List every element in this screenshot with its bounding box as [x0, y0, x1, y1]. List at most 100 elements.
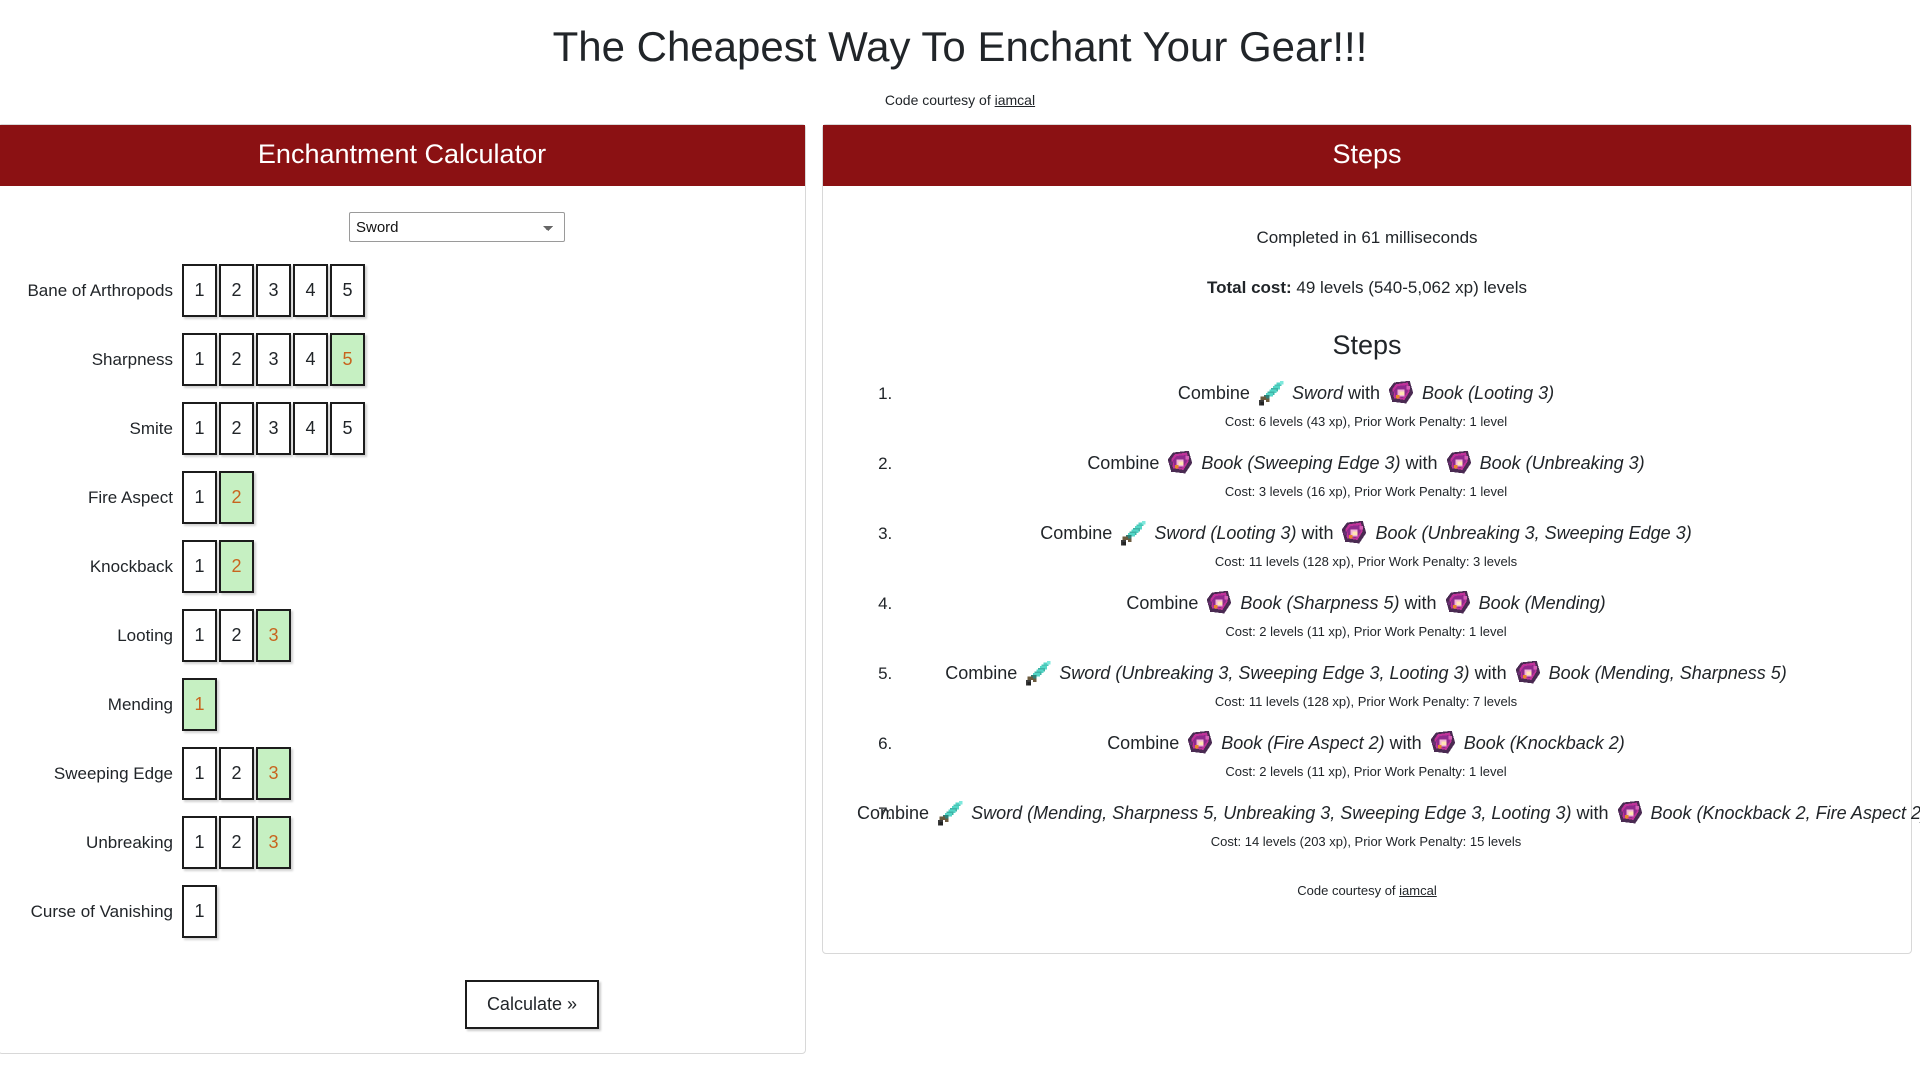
step-description: Combine Book (Sharpness 5) with Book (Me… — [857, 583, 1875, 623]
enchantment-label: Smite — [129, 418, 173, 438]
step-joiner: with — [1576, 803, 1609, 824]
enchantment-level-button[interactable]: 4 — [293, 402, 328, 456]
step-right-item: Book (Looting 3) — [1422, 383, 1555, 404]
enchantment-level-button[interactable]: 2 — [219, 471, 254, 525]
steps-card: Steps Completed in 61 milliseconds Total… — [822, 124, 1920, 955]
step-item: Combine Sword with Book (Looting 3) Cost:… — [897, 373, 1875, 429]
iamcal-link[interactable]: iamcal — [995, 92, 1035, 108]
steps-body: Completed in 61 milliseconds Total cost:… — [823, 186, 1920, 920]
enchantment-row: Knockback 1 2 — [19, 532, 785, 601]
enchantment-label: Mending — [107, 694, 173, 714]
enchantment-level-button[interactable]: 1 — [182, 540, 217, 594]
enchanted-book-icon — [1446, 450, 1471, 474]
footer-prefix: Code courtesy of — [1297, 883, 1400, 899]
enchantment-level-button[interactable]: 2 — [219, 609, 254, 663]
enchantment-calculator-card: Enchantment Calculator Sword Bane of Art… — [0, 124, 806, 1055]
enchantment-level-button[interactable]: 2 — [219, 333, 254, 387]
enchantment-label: Curse of Vanishing — [30, 901, 173, 921]
step-cost: Cost: 2 levels (11 xp), Prior Work Penal… — [1225, 764, 1507, 780]
step-cost: Cost: 3 levels (16 xp), Prior Work Penal… — [1224, 484, 1508, 500]
enchantment-level-button[interactable]: 1 — [182, 885, 217, 939]
enchantment-level-button[interactable]: 1 — [182, 816, 217, 870]
enchantment-level-group: 12345 — [182, 264, 367, 318]
step-description: Combine Book (Fire Aspect 2) with Book (… — [857, 723, 1875, 763]
steps-footer: Code courtesy of iamcal — [839, 883, 1895, 898]
footer-iamcal-link[interactable]: iamcal — [1399, 883, 1437, 898]
step-cost: Cost: 11 levels (128 xp), Prior Work Pen… — [1214, 694, 1518, 710]
step-description: Combine Sword with Book (Looting 3) — [857, 373, 1875, 413]
enchantment-level-button[interactable]: 2 — [219, 264, 254, 318]
enchantment-level-group: 12 — [182, 540, 256, 594]
step-item: Combine Book (Sharpness 5) with Book (Me… — [897, 583, 1875, 639]
enchantment-level-button[interactable]: 5 — [330, 402, 365, 456]
step-verb: Combine — [1040, 523, 1113, 544]
enchantment-level-button[interactable]: 1 — [182, 678, 217, 732]
enchantment-label: Knockback — [89, 556, 173, 576]
enchantment-level-button[interactable]: 1 — [182, 609, 217, 663]
step-description: Combine Sword (Looting 3) with Book (Unb… — [857, 513, 1875, 553]
enchantment-level-group: 12345 — [182, 333, 367, 387]
enchanted-book-icon — [1342, 520, 1367, 544]
enchanted-book-icon — [1388, 380, 1414, 404]
item-type-select[interactable]: Sword — [349, 212, 565, 243]
enchantment-level-button[interactable]: 1 — [182, 264, 217, 318]
step-right-item: Book (Mending) — [1478, 593, 1606, 614]
step-item: Combine Sword (Looting 3) with Book (Unb… — [897, 513, 1875, 569]
enchantment-row: Bane of Arthropods 1 2 3 4 5 — [19, 256, 785, 325]
enchantment-level-button[interactable]: 3 — [256, 609, 291, 663]
enchantment-level-button[interactable]: 2 — [219, 540, 254, 594]
enchantment-level-button[interactable]: 2 — [219, 816, 254, 870]
enchantment-level-button[interactable]: 5 — [330, 333, 365, 387]
enchantment-level-button[interactable]: 5 — [330, 264, 365, 318]
enchantment-label: Sweeping Edge — [53, 763, 173, 783]
enchantment-level-group: 1 — [182, 885, 219, 939]
enchantment-level-button[interactable]: 1 — [182, 402, 217, 456]
enchantment-level-group: 12345 — [182, 402, 367, 456]
enchantment-label: Fire Aspect — [87, 487, 173, 507]
enchantment-level-button[interactable]: 1 — [182, 471, 217, 525]
enchantment-label: Sharpness — [91, 349, 173, 369]
enchantment-level-button[interactable]: 4 — [293, 264, 328, 318]
step-right-item: Book (Unbreaking 3) — [1479, 453, 1645, 474]
step-right-item: Book (Knockback 2, Fire Aspect 2) — [1650, 803, 1920, 824]
enchantment-row: Looting 1 2 3 — [19, 601, 785, 670]
item-select-row: Sword — [19, 212, 785, 243]
enchantment-row: Fire Aspect 1 2 — [19, 463, 785, 532]
step-verb: Combine — [1126, 593, 1199, 614]
step-cost: Cost: 11 levels (128 xp), Prior Work Pen… — [1214, 554, 1518, 570]
total-cost: Total cost: 49 levels (540-5,062 xp) lev… — [839, 278, 1895, 298]
step-cost: Cost: 2 levels (11 xp), Prior Work Penal… — [1225, 624, 1507, 640]
total-cost-label: Total cost: — [1207, 278, 1292, 298]
step-left-item: Book (Sweeping Edge 3) — [1201, 453, 1401, 474]
enchantment-level-group: 123 — [182, 609, 293, 663]
step-joiner: with — [1404, 593, 1437, 614]
enchantment-label: Bane of Arthropods — [27, 280, 173, 300]
enchantment-level-button[interactable]: 1 — [182, 747, 217, 801]
enchantment-label: Unbreaking — [86, 832, 173, 852]
enchantment-level-button[interactable]: 2 — [219, 402, 254, 456]
step-joiner: with — [1405, 453, 1438, 474]
enchantment-level-button[interactable]: 3 — [256, 402, 291, 456]
enchantment-level-button[interactable]: 1 — [182, 333, 217, 387]
step-left-item: Sword (Unbreaking 3, Sweeping Edge 3, Lo… — [1059, 663, 1470, 684]
enchantment-level-button[interactable]: 4 — [293, 333, 328, 387]
calculator-header: Enchantment Calculator — [0, 125, 805, 187]
step-item: Combine Book (Sweeping Edge 3) with Book… — [897, 443, 1875, 499]
enchantment-level-group: 1 — [182, 678, 219, 732]
enchantment-level-button[interactable]: 3 — [256, 747, 291, 801]
enchantment-level-button[interactable]: 3 — [256, 264, 291, 318]
enchantment-level-group: 123 — [182, 816, 293, 870]
enchantment-level-button[interactable]: 2 — [219, 747, 254, 801]
enchantment-level-button[interactable]: 3 — [256, 333, 291, 387]
step-verb: Combine — [857, 803, 930, 824]
enchantment-list: Bane of Arthropods 1 2 3 4 5 Sharpness 1 2 3 4 5 Smi… — [19, 256, 785, 946]
diamond-sword-icon — [937, 800, 963, 826]
enchantment-row: Smite 1 2 3 4 5 — [19, 394, 785, 463]
diamond-sword-icon — [1258, 380, 1284, 406]
calculate-button[interactable]: Calculate » — [464, 980, 599, 1030]
step-description: Combine Sword (Mending, Sharpness 5, Unb… — [857, 793, 1920, 833]
step-verb: Combine — [1107, 733, 1180, 754]
completed-status: Completed in 61 milliseconds — [1256, 228, 1478, 248]
step-left-item: Book (Sharpness 5) — [1240, 593, 1400, 614]
enchantment-level-button[interactable]: 3 — [256, 816, 291, 870]
